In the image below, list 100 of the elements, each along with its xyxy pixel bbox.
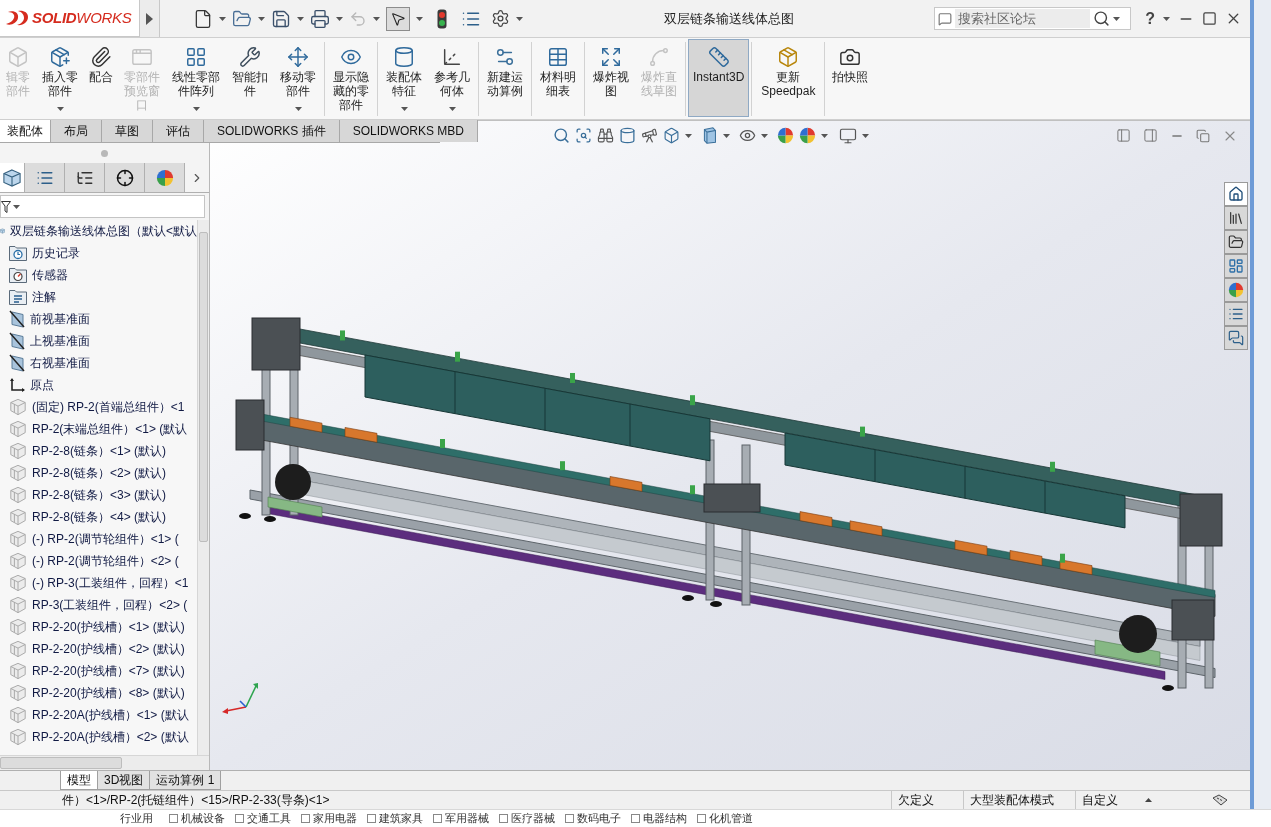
task-pane-tab[interactable] (1224, 326, 1248, 350)
ribbon-button[interactable]: 线性零部件阵列 (166, 39, 226, 117)
restore-icon[interactable] (1196, 128, 1210, 143)
task-pane-tab[interactable] (1224, 182, 1248, 206)
checkbox-icon[interactable] (565, 814, 574, 823)
color-ball-icon[interactable] (799, 127, 816, 144)
tree-item[interactable]: 前视基准面 (0, 308, 197, 330)
monitor-icon[interactable] (839, 126, 857, 145)
tree-item[interactable]: RP-2-20A(护线槽）<1> (默认 (0, 704, 197, 726)
tile-left-icon[interactable] (1116, 128, 1131, 143)
ribbon-button[interactable]: 移动零部件 (274, 39, 322, 117)
ribbon-button[interactable]: 更新Speedpak (754, 39, 823, 117)
tree-item[interactable]: 上视基准面 (0, 330, 197, 352)
menu-flyout-button[interactable] (140, 0, 160, 37)
tree-item[interactable]: RP-2-8(链条）<2> (默认) (0, 462, 197, 484)
tree-item[interactable]: RP-2-20(护线槽）<7> (默认) (0, 660, 197, 682)
checkbox-icon[interactable] (697, 814, 706, 823)
checkbox-icon[interactable] (169, 814, 178, 823)
tree-item[interactable]: RP-2-8(链条）<3> (默认) (0, 484, 197, 506)
category-label[interactable]: 电器结构 (643, 810, 687, 827)
ribbon-button[interactable]: 新建运动算例 (481, 39, 529, 117)
tile-right-icon[interactable] (1143, 128, 1158, 143)
help-button[interactable]: ? (1145, 10, 1155, 27)
magnifier-icon[interactable] (553, 127, 570, 144)
task-pane-tab[interactable] (1224, 302, 1248, 326)
shaded-cube-icon[interactable] (701, 127, 718, 144)
tree-item[interactable]: RP-2-20(护线槽）<2> (默认) (0, 638, 197, 660)
command-tab[interactable]: SOLIDWORKS MBD (339, 120, 479, 142)
search-field[interactable]: 搜索社区论坛 (934, 7, 1132, 30)
ribbon-button[interactable]: 显示隐藏的零部件 (327, 39, 375, 117)
filter-field[interactable] (0, 195, 205, 218)
panel-tab[interactable] (105, 163, 145, 192)
tree-item[interactable]: (-) RP-2(调节轮组件）<2> ( (0, 550, 197, 572)
cube-icon[interactable] (663, 127, 680, 144)
cylinder-icon[interactable] (619, 127, 636, 144)
tree-item[interactable]: RP-2-8(链条）<4> (默认) (0, 506, 197, 528)
eye-icon[interactable] (739, 127, 756, 144)
checkbox-icon[interactable] (433, 814, 442, 823)
task-pane-tab[interactable] (1224, 230, 1248, 254)
checkbox-icon[interactable] (301, 814, 310, 823)
tree-item[interactable]: (固定) RP-2(首端总组件）<1 (0, 396, 197, 418)
tree-item[interactable]: RP-2-8(链条）<1> (默认) (0, 440, 197, 462)
checkbox-icon[interactable] (499, 814, 508, 823)
tree-item[interactable]: 传感器 (0, 264, 197, 286)
ruler-tag-icon[interactable] (1212, 794, 1228, 806)
panel-tab[interactable] (0, 163, 25, 192)
category-label[interactable]: 数码电子 (577, 810, 621, 827)
category-label[interactable]: 机械设备 (181, 810, 225, 827)
ribbon-button[interactable]: 爆炸视图 (587, 39, 635, 117)
command-tab[interactable]: 布局 (51, 120, 102, 142)
tree-item[interactable]: RP-3(工装组件，回程）<2> ( (0, 594, 197, 616)
category-label[interactable]: 交通工具 (247, 810, 291, 827)
binoculars-icon[interactable] (597, 127, 614, 144)
select-tool-button[interactable] (386, 6, 410, 31)
bottom-tab[interactable]: 运动算例 1 (150, 771, 222, 790)
tree-item[interactable]: RP-2-20A(护线槽）<2> (默认 (0, 726, 197, 748)
ribbon-button[interactable]: 材料明细表 (534, 39, 582, 117)
printer-icon[interactable] (310, 8, 330, 29)
command-tab[interactable]: 评估 (153, 120, 204, 142)
category-label[interactable]: 军用器械 (445, 810, 489, 827)
bottom-tab[interactable]: 3D视图 (98, 771, 151, 790)
category-label[interactable]: 化机管道 (709, 810, 753, 827)
folder-icon[interactable] (232, 8, 252, 29)
vertical-scrollbar[interactable] (197, 220, 209, 755)
category-label[interactable]: 家用电器 (313, 810, 357, 827)
settings-icon[interactable] (491, 9, 510, 28)
ribbon-button[interactable]: 装配体特征 (380, 39, 428, 117)
ribbon-button[interactable]: 智能扣件 (226, 39, 274, 117)
panel-tab[interactable] (65, 163, 105, 192)
tree-item[interactable]: RP-2(末端总组件）<1> (默认 (0, 418, 197, 440)
task-pane-tab[interactable] (1224, 206, 1248, 230)
tree-item[interactable]: 注解 (0, 286, 197, 308)
tree-item[interactable]: 双层链条输送线体总图（默认<默认 (0, 220, 197, 242)
traffic-light-icon[interactable] (437, 8, 447, 29)
ribbon-button[interactable]: Instant3D (688, 39, 750, 117)
telescope-icon[interactable] (641, 127, 658, 144)
graphics-area[interactable] (210, 120, 1250, 770)
caret-up-icon[interactable] (1145, 798, 1152, 802)
checkbox-icon[interactable] (631, 814, 640, 823)
command-tab[interactable]: SOLIDWORKS 插件 (204, 120, 340, 142)
maximize-icon[interactable] (1202, 11, 1217, 26)
new-document-icon[interactable] (193, 8, 213, 29)
ribbon-button[interactable]: 拍快照 (827, 39, 874, 117)
tree-item[interactable]: RP-2-20(护线槽）<1> (默认) (0, 616, 197, 638)
drag-handle-icon[interactable] (101, 149, 108, 157)
ribbon-button[interactable]: 配合 (84, 39, 118, 117)
category-label[interactable]: 医疗器械 (511, 810, 555, 827)
tree-item[interactable]: 原点 (0, 374, 197, 396)
checkbox-icon[interactable] (235, 814, 244, 823)
ribbon-button[interactable]: 插入零部件 (36, 39, 84, 117)
horizontal-scrollbar[interactable] (0, 755, 209, 770)
bottom-tab[interactable]: 模型 (60, 771, 98, 790)
tree-item[interactable]: RP-2-20(护线槽）<8> (默认) (0, 682, 197, 704)
command-tab[interactable]: 装配体 (0, 120, 51, 142)
ribbon-button[interactable]: 参考几何体 (428, 39, 476, 117)
tree-item[interactable]: (-) RP-2(调节轮组件）<1> ( (0, 528, 197, 550)
checkbox-icon[interactable] (367, 814, 376, 823)
tree-item[interactable]: (-) RP-3(工装组件，回程）<1 (0, 572, 197, 594)
tree-item[interactable]: 历史记录 (0, 242, 197, 264)
tree-item[interactable]: 右视基准面 (0, 352, 197, 374)
